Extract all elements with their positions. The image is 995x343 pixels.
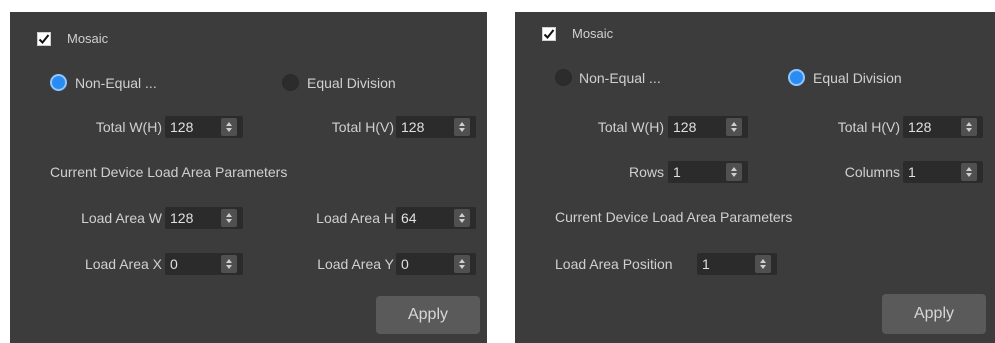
- left-section-title: Current Device Load Area Parameters: [50, 164, 288, 180]
- spin-arrows-icon[interactable]: [221, 255, 237, 273]
- left-apply-button[interactable]: Apply: [376, 296, 480, 334]
- right-radio-non-equal[interactable]: [555, 69, 572, 86]
- left-load-y-value: 0: [401, 256, 409, 272]
- spin-arrows-icon[interactable]: [726, 118, 742, 136]
- right-columns-value: 1: [908, 164, 916, 180]
- right-radio-non-equal-label: Non-Equal ...: [579, 70, 661, 86]
- left-load-x-value: 0: [170, 256, 178, 272]
- right-position-value: 1: [702, 256, 710, 272]
- left-mosaic-checkbox[interactable]: [37, 32, 51, 46]
- spin-arrows-icon[interactable]: [961, 118, 977, 136]
- right-total-h-spinbox[interactable]: 128: [903, 116, 983, 138]
- left-load-y-label: Load Area Y: [317, 256, 394, 272]
- spin-arrows-icon[interactable]: [221, 118, 237, 136]
- right-radio-equal-division-label: Equal Division: [813, 70, 902, 86]
- left-radio-equal-division[interactable]: [282, 74, 299, 91]
- left-radio-non-equal[interactable]: [50, 74, 67, 91]
- left-load-y-spinbox[interactable]: 0: [396, 253, 476, 275]
- left-radio-non-equal-label: Non-Equal ...: [75, 75, 157, 91]
- spin-arrows-icon[interactable]: [961, 163, 977, 181]
- spin-arrows-icon[interactable]: [454, 209, 470, 227]
- left-mosaic-panel: Mosaic Non-Equal ... Equal Division Tota…: [10, 12, 487, 343]
- right-mosaic-label: Mosaic: [572, 26, 614, 41]
- spin-arrows-icon[interactable]: [454, 255, 470, 273]
- right-total-h-value: 128: [908, 119, 932, 135]
- spin-arrows-icon[interactable]: [454, 118, 470, 136]
- checkmark-icon: [38, 34, 50, 44]
- right-total-w-spinbox[interactable]: 128: [668, 116, 748, 138]
- left-load-w-spinbox[interactable]: 128: [165, 207, 243, 229]
- right-total-w-value: 128: [673, 119, 697, 135]
- right-columns-label: Columns: [844, 164, 900, 180]
- left-load-h-spinbox[interactable]: 64: [396, 207, 476, 229]
- left-total-h-spinbox[interactable]: 128: [396, 116, 476, 138]
- right-rows-spinbox[interactable]: 1: [668, 161, 748, 183]
- spin-arrows-icon[interactable]: [221, 209, 237, 227]
- left-total-w-value: 128: [170, 119, 194, 135]
- left-total-h-label: Total H(V): [331, 119, 394, 135]
- right-columns-spinbox[interactable]: 1: [903, 161, 983, 183]
- checkmark-icon: [543, 29, 555, 39]
- left-load-h-label: Load Area H: [316, 210, 394, 226]
- right-rows-label: Rows: [628, 164, 664, 180]
- right-total-w-label: Total W(H): [597, 119, 664, 135]
- right-section-title: Current Device Load Area Parameters: [555, 209, 793, 225]
- right-radio-equal-division[interactable]: [788, 69, 805, 86]
- left-load-w-label: Load Area W: [81, 210, 162, 226]
- right-apply-button[interactable]: Apply: [882, 294, 986, 334]
- left-total-w-spinbox[interactable]: 128: [165, 116, 243, 138]
- left-load-x-label: Load Area X: [84, 256, 162, 272]
- left-load-w-value: 128: [170, 210, 194, 226]
- right-position-label: Load Area Position: [555, 256, 673, 272]
- right-mosaic-checkbox[interactable]: [542, 27, 556, 41]
- right-position-spinbox[interactable]: 1: [697, 253, 777, 275]
- left-load-h-value: 64: [401, 210, 417, 226]
- left-total-w-label: Total W(H): [95, 119, 162, 135]
- right-rows-value: 1: [673, 164, 681, 180]
- left-load-x-spinbox[interactable]: 0: [165, 253, 243, 275]
- left-radio-equal-division-label: Equal Division: [307, 75, 396, 91]
- spin-arrows-icon[interactable]: [755, 255, 771, 273]
- right-total-h-label: Total H(V): [837, 119, 900, 135]
- right-mosaic-panel: Mosaic Non-Equal ... Equal Division Tota…: [515, 12, 995, 343]
- spin-arrows-icon[interactable]: [726, 163, 742, 181]
- left-mosaic-label: Mosaic: [67, 31, 109, 46]
- left-total-h-value: 128: [401, 119, 425, 135]
